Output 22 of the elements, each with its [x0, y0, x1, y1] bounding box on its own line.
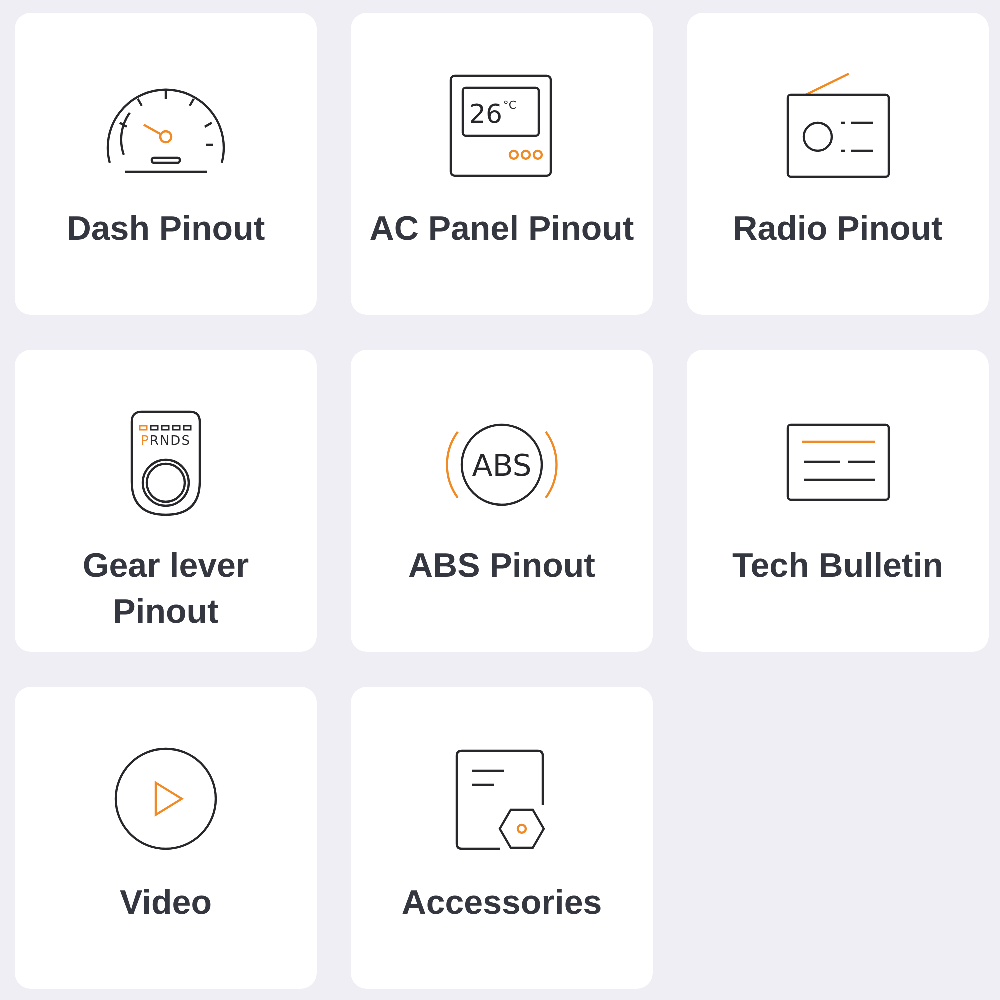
tile-label: ABS Pinout	[408, 546, 596, 587]
tile-label: AC Panel Pinout	[370, 209, 634, 250]
menu-tile[interactable]: Accessories	[351, 687, 653, 989]
tile-label: Video	[120, 883, 212, 924]
menu-tile[interactable]: Dash Pinout	[15, 13, 317, 315]
temperature-unit: °C	[503, 99, 517, 112]
abs-label: ABS	[472, 449, 532, 484]
menu-tile[interactable]: ABS ABS Pinout	[351, 350, 653, 652]
tile-label: Dash Pinout	[66, 209, 266, 250]
gear-letters: PRN DS	[141, 434, 191, 449]
tile-label: Accessories	[402, 883, 602, 924]
menu-tile[interactable]: Video	[15, 687, 317, 989]
abs-warning-icon	[446, 424, 558, 506]
tile-label: Radio Pinout	[733, 209, 943, 250]
gear-selector-icon	[130, 410, 202, 516]
thermostat-icon	[450, 74, 552, 178]
menu-tile[interactable]: Radio Pinout	[687, 13, 989, 315]
menu-tile[interactable]: PRN DS Gear lever Pinout	[15, 350, 317, 652]
menu-tile[interactable]: Tech Bulletin	[687, 350, 989, 652]
tile-label: Tech Bulletin	[732, 546, 944, 587]
temperature-reading: 26	[469, 100, 503, 130]
tile-label: Gear lever Pinout	[82, 546, 250, 633]
